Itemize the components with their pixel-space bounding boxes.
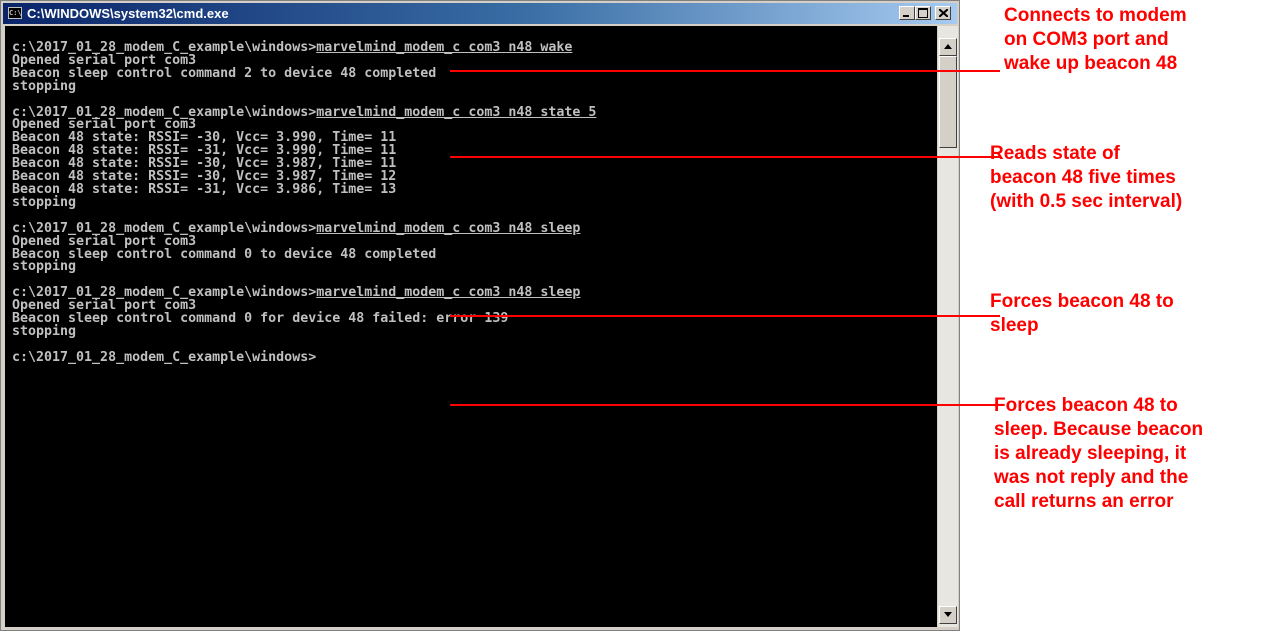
annotation-sleep-error: Forces beacon 48 to sleep. Because beaco…: [994, 395, 1204, 512]
annotation-wake: Connects to modem on COM3 port and wake …: [1004, 5, 1187, 74]
annotation-sleep: Forces beacon 48 to sleep: [990, 291, 1174, 336]
annotation-state: Reads state of beacon 48 five times (wit…: [990, 143, 1183, 212]
